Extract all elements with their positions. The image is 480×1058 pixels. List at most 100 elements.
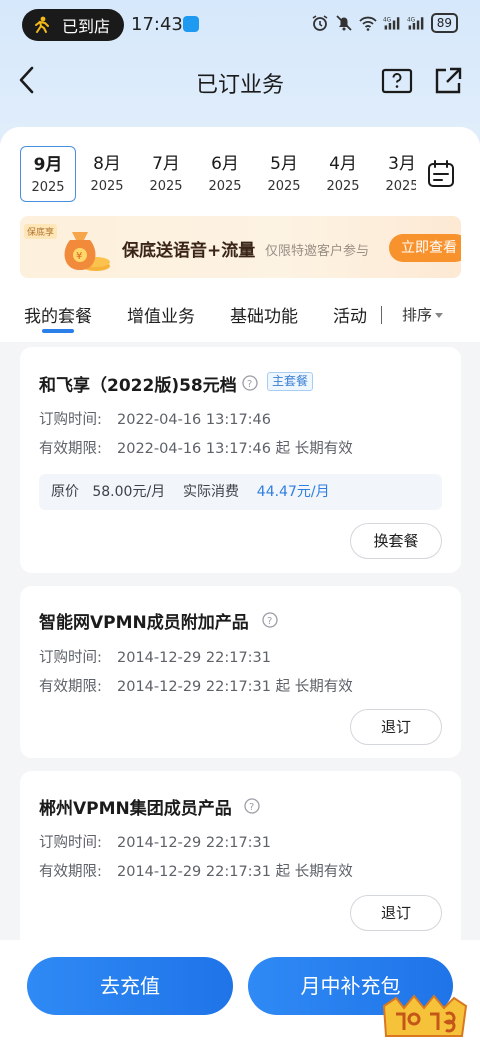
caret-down-icon [435,313,444,318]
banner-tag: 保底享 [24,224,58,239]
app-notification-icon [183,16,199,32]
month-tab-aug[interactable]: 8月 2025 [79,146,135,202]
order-time-value: 2022-04-16 13:17:46 [117,412,271,428]
month-tab-sep[interactable]: 9月 2025 [20,146,76,202]
plan-title: 郴州VPMN集团成员产品 [39,799,232,819]
order-time-label: 订购时间: [39,835,102,851]
plan-card: 和飞享（2022版)58元档 ? 主套餐 订购时间: 2022-04-16 13:… [20,347,461,573]
valid-period-row: 有效期限: 2014-12-29 22:17:31 起 长期有效 [39,675,353,696]
site-logo-watermark [382,994,468,1037]
year-label: 2025 [326,179,360,194]
valid-period-label: 有效期限: [39,441,102,457]
month-tab-jun[interactable]: 6月 2025 [197,146,253,202]
question-mark-icon[interactable]: ? [244,798,260,814]
store-status-pill[interactable]: 已到店 [22,9,124,41]
recharge-button[interactable]: 去充值 [27,957,233,1015]
unsubscribe-button[interactable]: 退订 [350,709,442,745]
svg-text:¥: ¥ [76,251,82,262]
signal-icon: 4G [383,17,400,30]
month-label: 7月 [152,154,180,174]
tab-divider [381,306,382,324]
plan-card: 智能网VPMN成员附加产品 ? 订购时间: 2014-12-29 22:17:31… [20,586,461,758]
year-label: 2025 [267,179,301,194]
plan-card: 郴州VPMN集团成员产品 ? 订购时间: 2014-12-29 22:17:31 … [20,771,461,951]
month-label: 4月 [329,154,357,174]
content-panel: 9月 2025 8月 2025 7月 2025 6月 2025 5月 2025 4月 202… [0,127,480,957]
original-price-label: 原价 [51,484,79,500]
store-label: 已到店 [62,17,111,36]
change-plan-button[interactable]: 换套餐 [350,523,442,559]
valid-period-value: 2014-12-29 22:17:31 起 长期有效 [117,679,353,695]
order-time-row: 订购时间: 2022-04-16 13:17:46 [39,408,271,429]
order-time-label: 订购时间: [39,650,102,666]
valid-period-row: 有效期限: 2022-04-16 13:17:46 起 长期有效 [39,437,353,458]
signal-icon-2: 4G [407,17,424,30]
money-bag-icon: ¥ [64,232,110,271]
calendar-icon[interactable] [426,159,456,189]
year-label: 2025 [149,179,183,194]
tab-activities[interactable]: 活动 [333,302,367,327]
month-tab-mar[interactable]: 3月 2025 [374,146,416,202]
status-bar: 已到店 17:43 4G 4G 89 [0,0,480,50]
view-now-button[interactable]: 立即查看 [389,234,461,262]
svg-text:4G: 4G [407,17,415,23]
valid-period-value: 2014-12-29 22:17:31 起 长期有效 [117,864,353,880]
top-nav: 已订业务 [0,55,480,105]
valid-period-label: 有效期限: [39,864,102,880]
valid-period-row: 有效期限: 2014-12-29 22:17:31 起 长期有效 [39,860,353,881]
original-price-value: 58.00元/月 [92,484,166,500]
plan-title: 和飞享（2022版)58元档 [39,376,237,396]
share-export-icon[interactable] [433,66,463,96]
year-label: 2025 [31,180,65,195]
help-book-icon[interactable] [381,67,413,95]
month-selector: 9月 2025 8月 2025 7月 2025 6月 2025 5月 2025 4月 202… [20,146,416,203]
valid-period-value: 2022-04-16 13:17:46 起 长期有效 [117,441,353,457]
year-label: 2025 [90,179,124,194]
back-arrow-icon[interactable] [16,65,40,95]
unsubscribe-button[interactable]: 退订 [350,895,442,931]
tab-value-added[interactable]: 增值业务 [127,302,195,327]
actual-cost-label: 实际消费 [182,484,239,500]
clock: 17:43 [131,14,183,35]
order-time-value: 2014-12-29 22:17:31 [117,835,271,851]
category-tabs: 我的套餐 增值业务 基础功能 活动 排序 [0,298,480,334]
order-time-label: 订购时间: [39,412,102,428]
sort-dropdown[interactable]: 排序 [402,304,444,325]
month-label: 3月 [388,154,416,174]
svg-text:4G: 4G [383,17,391,23]
wifi-icon [359,16,377,31]
plan-title: 智能网VPMN成员附加产品 [39,613,249,633]
banner-subtitle: 仅限特邀客户参与 [265,244,370,259]
valid-period-label: 有效期限: [39,679,102,695]
battery-level: 89 [430,13,458,33]
month-label: 8月 [93,154,121,174]
month-tab-jul[interactable]: 7月 2025 [138,146,194,202]
price-summary: 原价 58.00元/月 实际消费 44.47元/月 [39,474,442,510]
svg-text:?: ? [249,802,254,813]
main-plan-badge: 主套餐 [267,372,314,391]
banner-title: 保底送语音+流量 [122,241,256,261]
month-label: 9月 [33,155,63,175]
system-status-icons: 4G 4G 89 [311,13,458,33]
order-time-value: 2014-12-29 22:17:31 [117,650,271,666]
svg-text:?: ? [267,616,272,627]
year-label: 2025 [208,179,242,194]
panel-header: 9月 2025 8月 2025 7月 2025 6月 2025 5月 2025 4月 202… [0,127,480,342]
month-tab-may[interactable]: 5月 2025 [256,146,312,202]
tab-my-plan[interactable]: 我的套餐 [24,302,92,327]
runner-icon [35,16,49,33]
order-time-row: 订购时间: 2014-12-29 22:17:31 [39,831,271,852]
question-mark-icon[interactable]: ? [242,375,258,391]
tab-basic-functions[interactable]: 基础功能 [230,302,298,327]
year-label: 2025 [385,179,416,194]
alarm-icon [312,15,328,31]
month-tab-apr[interactable]: 4月 2025 [315,146,371,202]
mute-bell-icon [336,15,352,31]
promo-banner[interactable]: 保底享 ¥ 保底送语音+流量 仅限特邀客户参与 立即查看 [20,216,461,278]
actual-cost-value: 44.47元/月 [256,484,330,500]
month-label: 6月 [211,154,239,174]
month-label: 5月 [270,154,298,174]
question-mark-icon[interactable]: ? [262,612,278,628]
sort-label: 排序 [402,306,433,324]
order-time-row: 订购时间: 2014-12-29 22:17:31 [39,646,271,667]
